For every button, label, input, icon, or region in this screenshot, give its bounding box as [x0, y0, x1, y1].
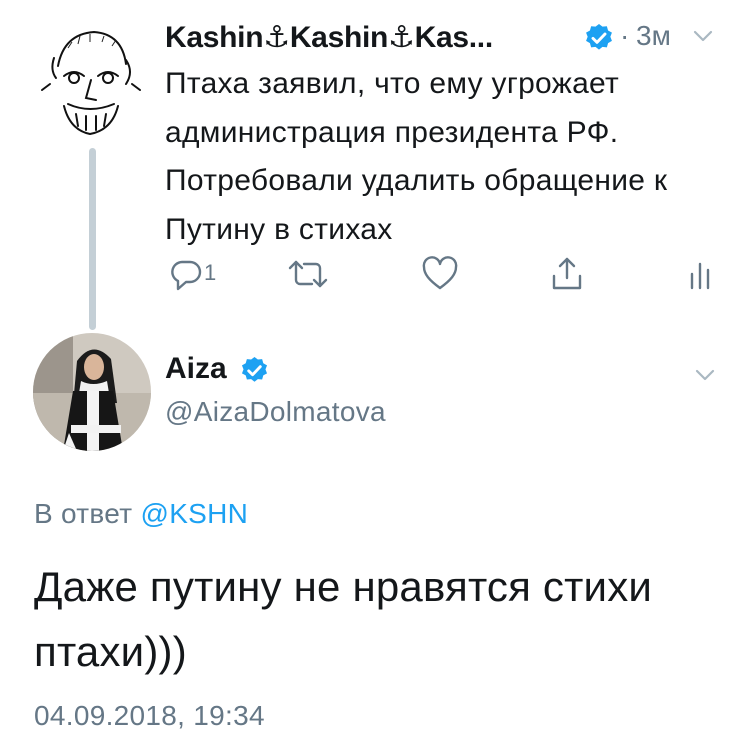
share-icon[interactable]	[550, 256, 584, 292]
verified-badge-icon	[241, 356, 268, 382]
parent-tweet-text: Птаха заявил, что ему угрожает администр…	[165, 67, 668, 246]
replying-to-mention-link[interactable]: @KSHN	[140, 498, 248, 529]
separator-dot: ·	[620, 20, 630, 51]
profile-photo-icon	[33, 333, 151, 451]
aiza-avatar[interactable]	[33, 333, 151, 451]
reply-timestamp[interactable]: 04.09.2018, 19:34	[34, 700, 265, 732]
reply-author-name[interactable]: Aiza	[165, 352, 227, 386]
chevron-down-icon[interactable]	[692, 28, 714, 44]
retweet-icon[interactable]	[286, 256, 330, 292]
replying-to-line: В ответ @KSHN	[34, 498, 248, 530]
like-heart-icon[interactable]	[421, 256, 459, 292]
sketch-portrait-icon	[28, 18, 152, 142]
replying-to-label: В ответ	[34, 498, 133, 529]
verified-badge-icon	[586, 24, 612, 50]
analytics-icon[interactable]	[688, 256, 714, 292]
reply-tweet-text: Даже путину не нравятся стихи птахи)))	[34, 563, 653, 675]
parent-author-name[interactable]: Kashin⚓Kashin⚓Kas...	[165, 20, 493, 55]
thread-connector-line	[89, 148, 96, 330]
reply-icon[interactable]	[168, 256, 204, 292]
chevron-down-icon[interactable]	[694, 367, 716, 383]
parent-timestamp[interactable]: 3м	[636, 20, 671, 52]
reply-count: 1	[204, 260, 217, 285]
reply-author-handle[interactable]: @AizaDolmatova	[165, 396, 386, 428]
kashin-avatar[interactable]	[28, 18, 152, 142]
